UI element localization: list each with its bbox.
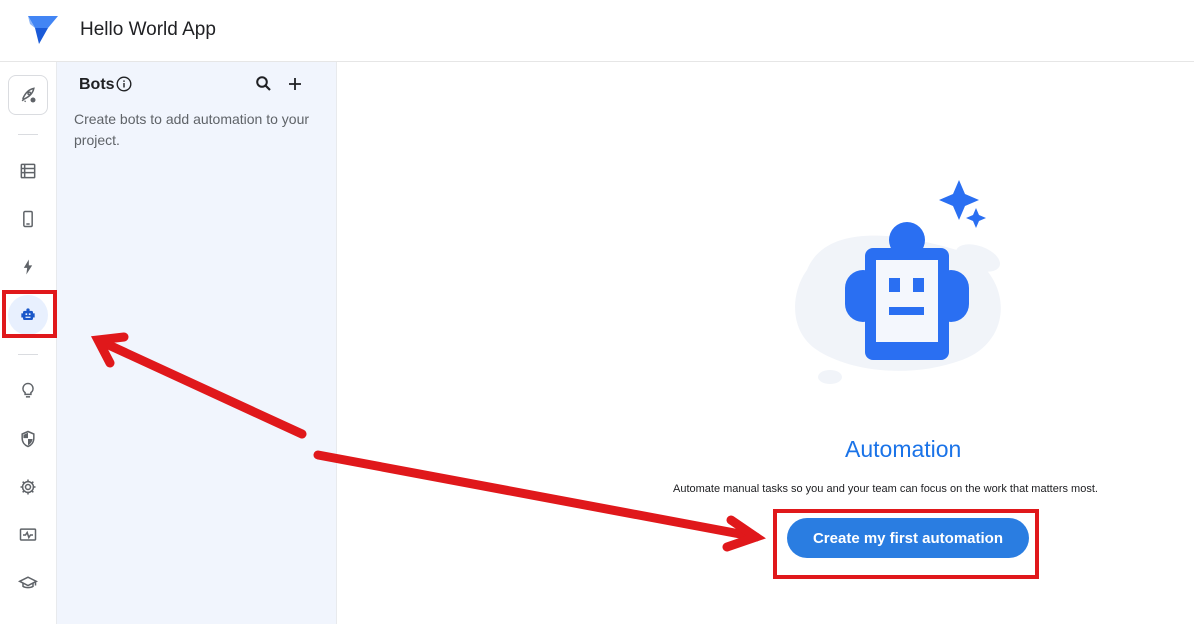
rail-divider	[18, 354, 38, 355]
robot-illustration	[795, 180, 1001, 384]
app-header: Hello World App	[0, 0, 1194, 62]
table-icon	[20, 163, 36, 179]
gear-icon	[20, 479, 36, 495]
rail-launch-button[interactable]	[8, 75, 48, 115]
annotation-highlight-create-button	[773, 509, 1039, 579]
automation-subtext: Automate manual tasks so you and your te…	[673, 483, 1098, 495]
app-root: Hello World App Bots Create bots to add …	[0, 0, 1194, 624]
rail-divider	[18, 134, 38, 135]
app-title: Hello World App	[80, 19, 216, 40]
annotation-highlight-automation-nav	[2, 290, 57, 338]
add-icon[interactable]	[285, 74, 305, 94]
rail-learn-button[interactable]	[8, 563, 48, 603]
left-nav-rail	[0, 62, 57, 624]
appsheet-logo	[28, 16, 58, 44]
search-icon[interactable]	[254, 74, 274, 94]
rail-views-button[interactable]	[8, 199, 48, 239]
info-icon[interactable]	[116, 76, 132, 92]
lightning-icon	[23, 259, 33, 275]
bots-panel: Bots Create bots to add automation to yo…	[57, 62, 337, 624]
rail-data-button[interactable]	[8, 151, 48, 191]
automation-heading: Automation	[845, 436, 962, 462]
bots-panel-title: Bots	[79, 76, 115, 93]
rail-settings-button[interactable]	[8, 467, 48, 507]
rail-intelligence-button[interactable]	[8, 371, 48, 411]
rail-actions-button[interactable]	[8, 247, 48, 287]
lightbulb-icon	[22, 382, 34, 398]
monitor-icon	[19, 528, 37, 541]
rail-monitor-button[interactable]	[8, 515, 48, 555]
shield-icon	[21, 430, 35, 448]
rail-security-button[interactable]	[8, 419, 48, 459]
graduation-cap-icon	[18, 576, 38, 589]
rocket-icon	[21, 87, 36, 103]
main-content: Automation Automate manual tasks so you …	[337, 62, 1194, 624]
bots-panel-description: Create bots to add automation to your pr…	[74, 111, 310, 148]
phone-icon	[23, 210, 33, 228]
